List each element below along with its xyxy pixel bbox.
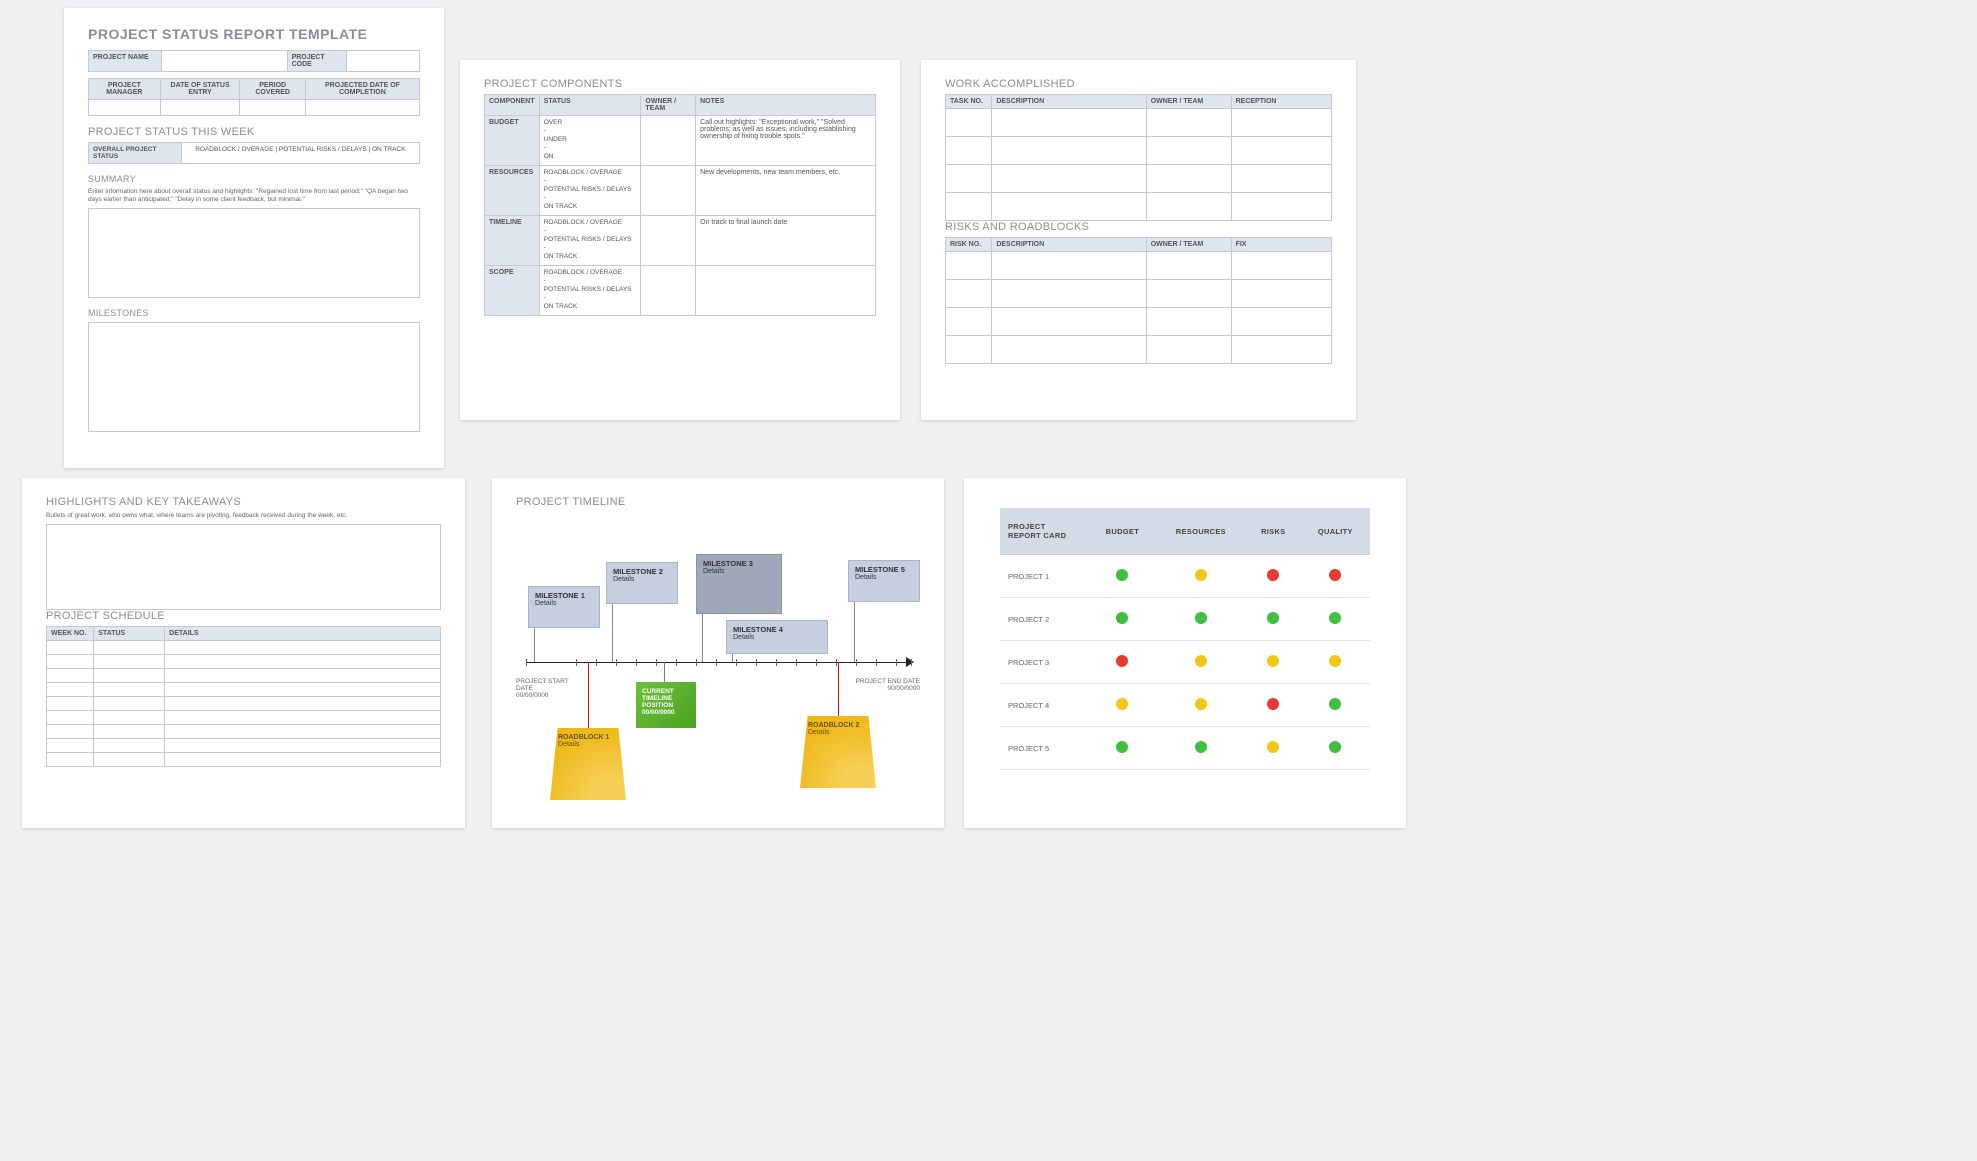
- highlights-title: HIGHLIGHTS AND KEY TAKEAWAYS: [46, 496, 441, 508]
- project-code-label: PROJECT CODE: [287, 51, 347, 72]
- status-dot-icon: [1267, 741, 1279, 753]
- page-highlights-schedule: HIGHLIGHTS AND KEY TAKEAWAYS Bullets of …: [22, 478, 465, 828]
- status-dot-icon: [1116, 569, 1128, 581]
- page-work-risks: WORK ACCOMPLISHED TASK NO.DESCRIPTIONOWN…: [921, 60, 1356, 420]
- status-dot-icon: [1195, 569, 1207, 581]
- meta-table: PROJECT MANAGER DATE OF STATUS ENTRY PER…: [88, 78, 420, 116]
- components-table: COMPONENT STATUS OWNER / TEAM NOTES BUDG…: [484, 94, 876, 316]
- report-card-row: PROJECT 3: [1000, 641, 1370, 684]
- milestones-box[interactable]: [88, 322, 420, 432]
- work-table: TASK NO.DESCRIPTIONOWNER / TEAMRECEPTION: [945, 94, 1332, 221]
- project-code-field[interactable]: [347, 51, 420, 72]
- status-dot-icon: [1195, 741, 1207, 753]
- meta-h-0: PROJECT MANAGER: [89, 79, 161, 100]
- report-card-row: PROJECT 2: [1000, 598, 1370, 641]
- status-dot-icon: [1329, 698, 1341, 710]
- status-dot-icon: [1267, 655, 1279, 667]
- status-dot-icon: [1329, 569, 1341, 581]
- project-name-field[interactable]: [161, 51, 287, 72]
- end-date-label: PROJECT END DATE00/00/0000: [850, 678, 920, 692]
- report-title: PROJECT STATUS REPORT TEMPLATE: [88, 26, 420, 42]
- report-card-row: PROJECT 5: [1000, 727, 1370, 770]
- project-name-label: PROJECT NAME: [89, 51, 162, 72]
- meta-h-3: PROJECTED DATE OF COMPLETION: [305, 79, 419, 100]
- arrow-icon: [906, 657, 914, 667]
- page-status-report: PROJECT STATUS REPORT TEMPLATE PROJECT N…: [64, 8, 444, 468]
- status-dot-icon: [1267, 612, 1279, 624]
- status-dot-icon: [1116, 741, 1128, 753]
- status-dot-icon: [1195, 612, 1207, 624]
- work-title: WORK ACCOMPLISHED: [945, 78, 1332, 90]
- page-timeline: PROJECT TIMELINE MILESTONE 1Details MILE…: [492, 478, 944, 828]
- summary-note: Enter information here about overall sta…: [88, 188, 420, 204]
- roadblock-1-box: ROADBLOCK 1Details: [550, 728, 626, 800]
- status-dot-icon: [1329, 741, 1341, 753]
- page-components: PROJECT COMPONENTS COMPONENT STATUS OWNE…: [460, 60, 900, 420]
- status-row-table: OVERALL PROJECT STATUSROADBLOCK / OVERAG…: [88, 142, 420, 164]
- status-dot-icon: [1116, 655, 1128, 667]
- roadblock-2-line: [838, 662, 839, 716]
- schedule-title: PROJECT SCHEDULE: [46, 610, 441, 622]
- risks-table: RISK NO.DESCRIPTIONOWNER / TEAMFIX: [945, 237, 1332, 364]
- report-card-row: PROJECT 4: [1000, 684, 1370, 727]
- schedule-table: WEEK NO.STATUSDETAILS: [46, 626, 441, 767]
- highlights-box[interactable]: [46, 524, 441, 610]
- status-dot-icon: [1329, 612, 1341, 624]
- name-code-table: PROJECT NAME PROJECT CODE: [88, 50, 420, 72]
- milestone-2-box: MILESTONE 2Details: [606, 562, 678, 604]
- status-dot-icon: [1195, 655, 1207, 667]
- milestone-3-box: MILESTONE 3Details: [696, 554, 782, 614]
- page-report-card: PROJECT REPORT CARD BUDGET RESOURCES RIS…: [964, 478, 1406, 828]
- status-dot-icon: [1267, 698, 1279, 710]
- current-line: [664, 662, 665, 682]
- timeline-diagram: MILESTONE 1Details MILESTONE 2Details MI…: [516, 514, 920, 794]
- status-dot-icon: [1116, 612, 1128, 624]
- timeline-axis: [526, 662, 910, 663]
- status-options: ROADBLOCK / OVERAGE | POTENTIAL RISKS / …: [181, 143, 419, 164]
- milestone-4-box: MILESTONE 4Details: [726, 620, 828, 654]
- status-dot-icon: [1195, 698, 1207, 710]
- start-date-label: PROJECT START DATE00/00/0000: [516, 678, 586, 699]
- risks-title: RISKS AND ROADBLOCKS: [945, 221, 1332, 233]
- roadblock-1-line: [588, 662, 589, 728]
- highlights-note: Bullets of great work, who owns what, wh…: [46, 512, 441, 520]
- roadblock-2-box: ROADBLOCK 2Details: [800, 716, 876, 788]
- summary-title: SUMMARY: [88, 174, 420, 184]
- summary-box[interactable]: [88, 208, 420, 298]
- overall-status-label: OVERALL PROJECT STATUS: [89, 143, 182, 164]
- milestone-1-box: MILESTONE 1Details: [528, 586, 600, 628]
- status-dot-icon: [1116, 698, 1128, 710]
- timeline-title: PROJECT TIMELINE: [516, 496, 920, 508]
- report-card-row: PROJECT 1: [1000, 555, 1370, 598]
- report-card-header: PROJECT REPORT CARD: [1000, 508, 1089, 555]
- current-position-box: CURRENT TIMELINE POSITION 00/00/0000: [636, 682, 696, 728]
- status-dot-icon: [1329, 655, 1341, 667]
- status-week-title: PROJECT STATUS THIS WEEK: [88, 126, 420, 138]
- meta-h-1: DATE OF STATUS ENTRY: [160, 79, 240, 100]
- status-dot-icon: [1267, 569, 1279, 581]
- meta-h-2: PERIOD COVERED: [240, 79, 305, 100]
- components-title: PROJECT COMPONENTS: [484, 78, 876, 90]
- milestones-title: MILESTONES: [88, 308, 420, 318]
- milestone-5-box: MILESTONE 5Details: [848, 560, 920, 602]
- report-card-table: PROJECT REPORT CARD BUDGET RESOURCES RIS…: [1000, 508, 1370, 770]
